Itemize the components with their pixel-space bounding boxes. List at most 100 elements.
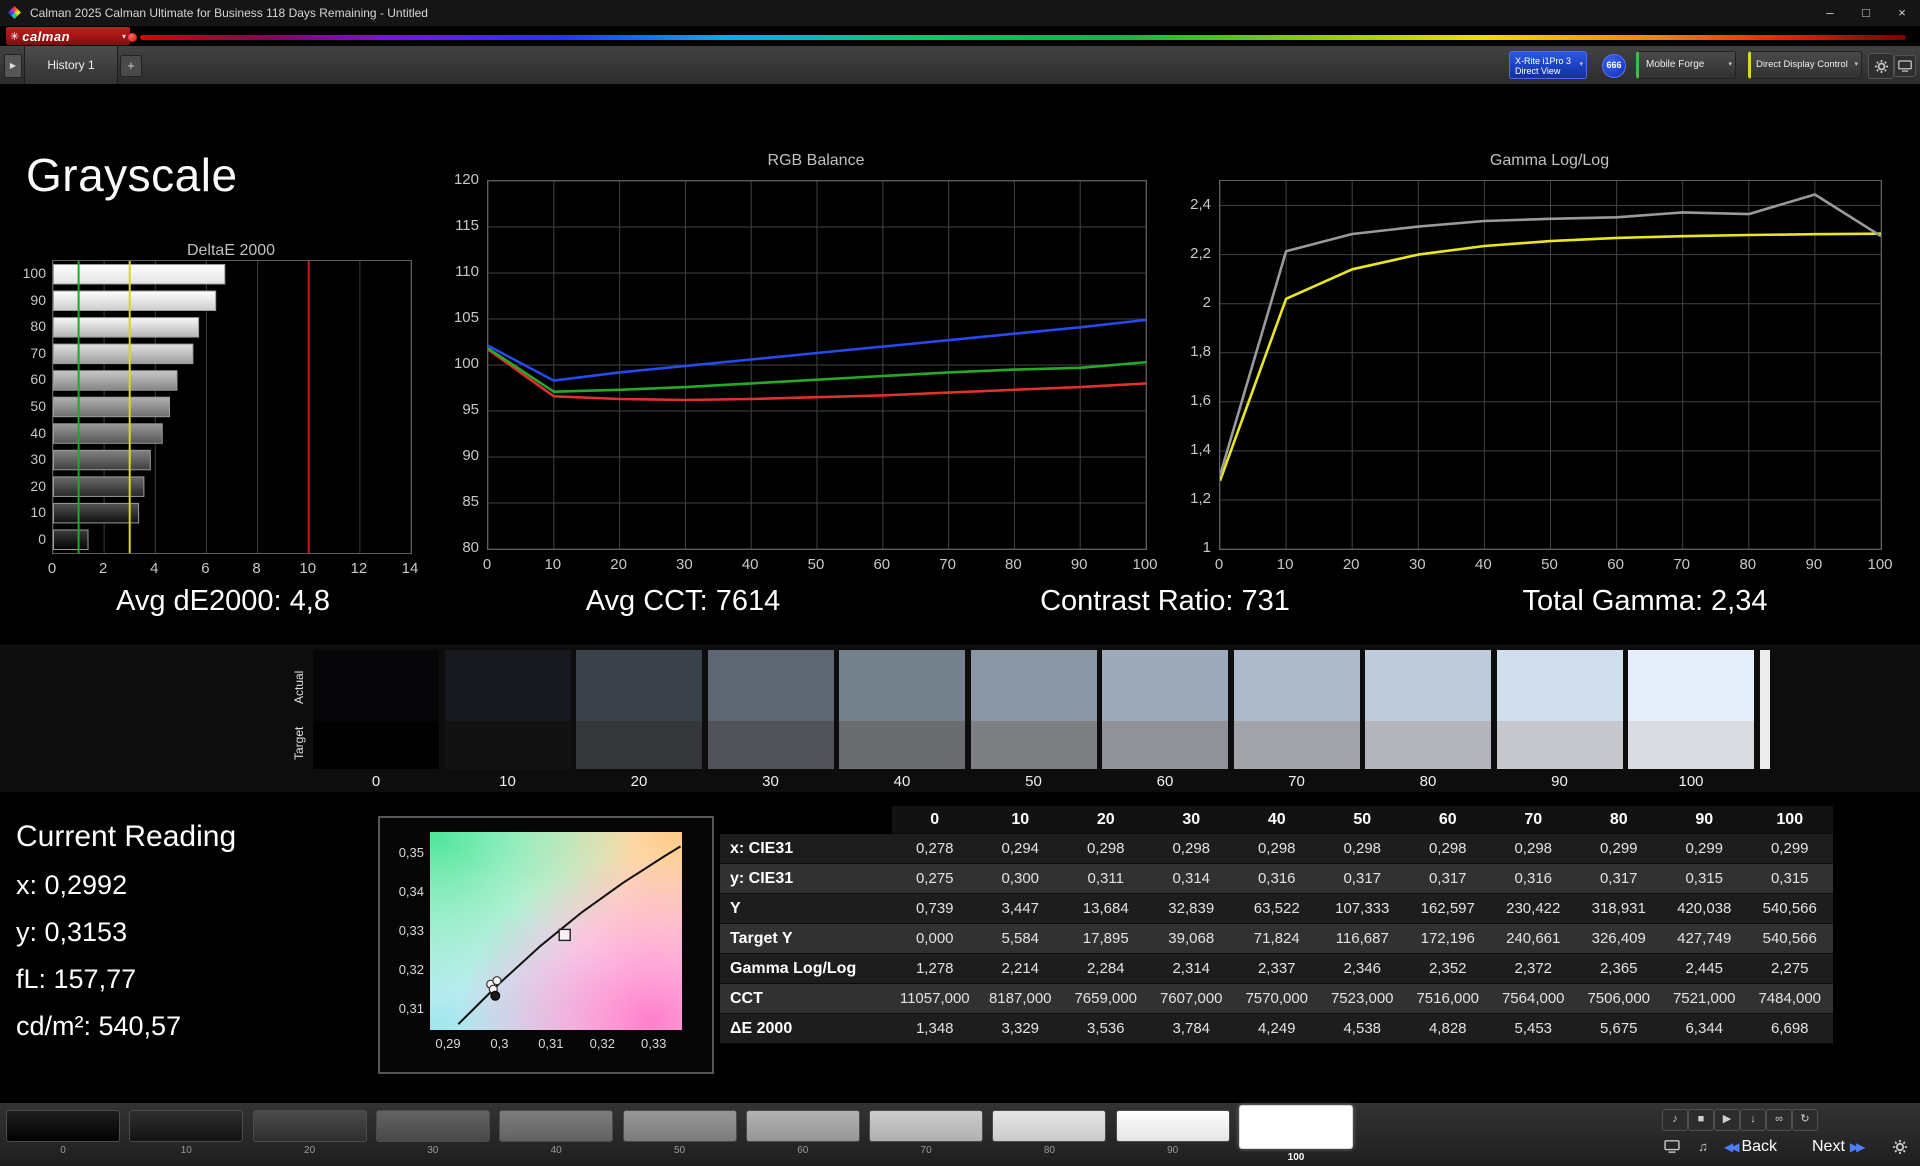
scroll-tabs-button[interactable]: ▶ <box>4 54 22 78</box>
cie-x-tick: 0,29 <box>435 1036 461 1051</box>
level-button-label: 20 <box>304 1145 316 1156</box>
table-column-header: 30 <box>1148 806 1234 834</box>
table-cell: 0,317 <box>1576 864 1662 894</box>
deltae-x-tick: 12 <box>350 560 368 577</box>
deltae-bar-80 <box>53 317 200 338</box>
table-cell: 3,329 <box>977 1014 1063 1044</box>
target-patch <box>1496 721 1623 769</box>
audio-icon-button[interactable]: ♪ <box>1662 1109 1688 1131</box>
continuous-measure-button[interactable]: ∞ <box>1766 1109 1792 1131</box>
level-button-10[interactable]: 10 <box>129 1110 244 1156</box>
next-button[interactable]: Next ▶▶ <box>1812 1134 1865 1160</box>
level-button-70[interactable]: 70 <box>869 1110 984 1156</box>
table-cell: 7564,000 <box>1490 984 1576 1014</box>
target-patch <box>1102 721 1228 769</box>
source-dropdown[interactable]: Mobile Forge ▾ <box>1636 51 1736 79</box>
rainbow-dot <box>128 33 137 42</box>
y-axis-tick: 2 <box>1202 293 1211 311</box>
fullscreen-button[interactable] <box>1660 1135 1684 1157</box>
meter-name: X-Rite i1Pro 3 <box>1515 56 1572 66</box>
speaker-button[interactable]: ♫ <box>1692 1135 1714 1157</box>
table-cell: 0,317 <box>1405 864 1491 894</box>
display-button[interactable] <box>1894 55 1916 77</box>
level-button-30[interactable]: 30 <box>375 1110 490 1156</box>
level-button-90[interactable]: 90 <box>1115 1110 1230 1156</box>
refresh-button[interactable]: ↻ <box>1792 1109 1818 1131</box>
table-cell: 0,298 <box>1319 834 1405 864</box>
refresh-icon: ↻ <box>1800 1113 1810 1125</box>
level-button-0[interactable]: 0 <box>6 1110 120 1156</box>
table-row-label: Target Y <box>720 924 892 954</box>
current-reading-cdm2: cd/m²: 540,57 <box>16 1011 182 1041</box>
table-row-label: Y <box>720 894 892 924</box>
table-cell: 7484,000 <box>1747 984 1833 1014</box>
level-button-100[interactable]: 100 <box>1239 1105 1353 1163</box>
rgb-balance-title: RGB Balance <box>767 152 865 169</box>
table-cell: 4,828 <box>1405 1014 1491 1044</box>
table-cell: 2,275 <box>1747 954 1833 984</box>
table-cell: 2,372 <box>1490 954 1576 984</box>
level-button-label: 0 <box>60 1145 66 1156</box>
level-button-20[interactable]: 20 <box>252 1110 367 1156</box>
level-button-80[interactable]: 80 <box>992 1110 1107 1156</box>
chevron-down-icon: ▾ <box>1728 61 1732 68</box>
minimize-button[interactable]: – <box>1812 0 1848 26</box>
next-label: Next <box>1812 1138 1845 1155</box>
display-control-label: Direct Display Control <box>1756 59 1848 70</box>
cie-y-tick: 0,32 <box>398 961 424 977</box>
y-axis-tick: 115 <box>455 217 479 234</box>
table-cell: 7607,000 <box>1148 984 1234 1014</box>
table-row-label: ΔE 2000 <box>720 1014 892 1044</box>
x-axis-tick: 70 <box>1673 556 1691 573</box>
table-cell: 2,352 <box>1405 954 1491 984</box>
deltae-chart: DeltaE 2000 100 90 80 70 60 50 40 30 20 10 0 0 2 4 6 8 1… <box>18 230 428 600</box>
actual-patch <box>444 650 571 721</box>
maximize-button[interactable]: □ <box>1848 0 1884 26</box>
table-column-header: 50 <box>1319 806 1405 834</box>
y-axis-tick: 85 <box>462 493 479 510</box>
x-axis-tick: 10 <box>1276 556 1294 573</box>
calman-logo-menu[interactable]: ✳ calman ▾ <box>6 27 130 45</box>
taskbar-settings-button[interactable] <box>1888 1135 1912 1159</box>
table-cell: 8187,000 <box>977 984 1063 1014</box>
table-cell: 0,315 <box>1661 864 1747 894</box>
actual-row-label: Actual <box>292 670 306 704</box>
table-cell: 420,038 <box>1661 894 1747 924</box>
x-axis-tick: 10 <box>544 556 562 573</box>
grayscale-patch-90: 90 <box>1496 650 1623 790</box>
table-cell: 240,661 <box>1490 924 1576 954</box>
table-cell: 0,316 <box>1234 864 1320 894</box>
level-button-40[interactable]: 40 <box>499 1110 614 1156</box>
patch-label: 50 <box>1025 773 1042 790</box>
grayscale-patch-10: 10 <box>444 650 571 790</box>
add-tab-button[interactable]: + <box>120 55 142 77</box>
level-button-50[interactable]: 50 <box>622 1110 737 1156</box>
source-label: Mobile Forge <box>1646 59 1705 70</box>
cie-y-tick: 0,34 <box>398 884 424 900</box>
target-row-label: Target <box>292 726 306 760</box>
table-cell: 6,698 <box>1747 1014 1833 1044</box>
deltae-y-tick: 30 <box>30 451 46 468</box>
meter-dropdown[interactable]: X-Rite i1Pro 3 Direct View ▾ <box>1509 51 1587 79</box>
y-axis-tick: 110 <box>455 263 479 280</box>
calman-app-window: Calman 2025 Calman Ultimate for Business… <box>0 0 1920 1166</box>
audio-icon: ♪ <box>1672 1113 1678 1125</box>
save-button[interactable]: ↓ <box>1740 1109 1766 1131</box>
y-axis-tick: 120 <box>453 171 479 188</box>
deltae-plot-area <box>52 260 412 554</box>
play-button[interactable]: ▶ <box>1714 1109 1740 1131</box>
display-control-dropdown[interactable]: Direct Display Control ▾ <box>1748 51 1862 79</box>
stop-button[interactable]: ■ <box>1688 1109 1714 1131</box>
settings-button[interactable] <box>1868 53 1894 79</box>
table-cell: 3,447 <box>977 894 1063 924</box>
infinity-icon: ∞ <box>1775 1113 1783 1125</box>
back-button[interactable]: ◀◀ Back <box>1724 1134 1777 1160</box>
table-cell: 3,536 <box>1063 1014 1149 1044</box>
tab-history-1[interactable]: History 1 <box>24 46 118 84</box>
toolbar: ▶ History 1 + X-Rite i1Pro 3 Direct View… <box>0 46 1920 85</box>
level-button-60[interactable]: 60 <box>745 1110 860 1156</box>
level-button-label: 100 <box>1287 1152 1305 1163</box>
close-button[interactable]: × <box>1884 0 1920 26</box>
current-reading-title: Current Reading <box>16 820 237 853</box>
meter-status-badge[interactable]: 666 <box>1602 54 1626 78</box>
